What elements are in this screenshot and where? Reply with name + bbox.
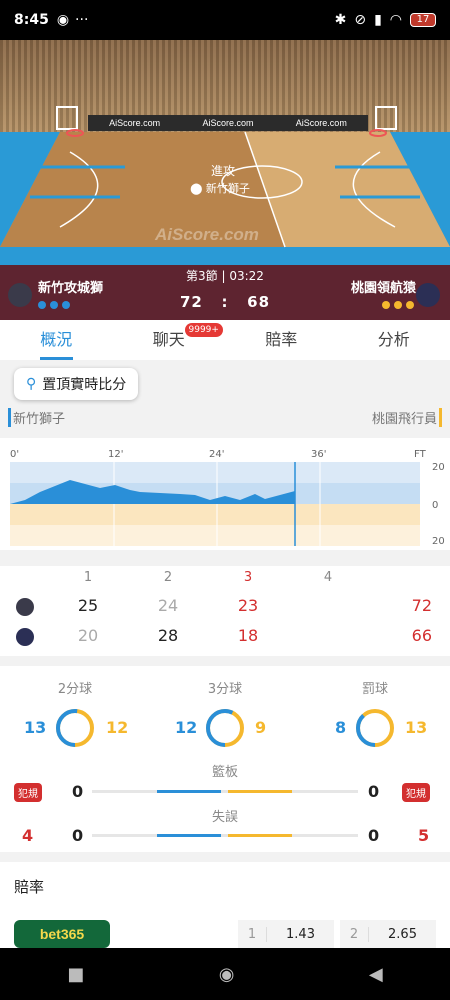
wifi-icon: ◠ [389, 12, 402, 28]
quarter-headers: 1 2 3 4 [83, 570, 333, 585]
bet365-logo[interactable]: bet365 [14, 920, 110, 948]
left-hoop-icon [56, 106, 84, 137]
tab-bar: 概況 聊天 9999+ 賠率 分析 [0, 320, 450, 360]
two-pt-donut [56, 709, 94, 747]
x-label: 24' [209, 449, 224, 460]
odds-home[interactable]: 1 1.43 [238, 920, 334, 948]
momentum-home-team: 新竹獅子 [8, 408, 65, 427]
bluetooth-icon: ✱ [334, 12, 347, 28]
watermark: AiScore.com [155, 225, 259, 244]
rebounds-away-bar [228, 790, 292, 793]
momentum-teams: 新竹獅子 桃園飛行員 [0, 408, 450, 428]
turnovers-away-bar [228, 834, 292, 837]
ft-label: 罰球 [361, 682, 388, 697]
odds-section: 賠率 bet365 1 1.43 2 2.65 [0, 862, 450, 948]
possession-team: ⬤ 新竹獅子 [190, 182, 250, 195]
odds-away[interactable]: 2 2.65 [340, 920, 436, 948]
pin-icon: ⚲ [26, 376, 37, 392]
fouls-badge-home: 犯規 [14, 783, 42, 802]
fouls-home: 4 [22, 826, 34, 845]
turnovers-home-bar [157, 834, 221, 837]
odds-title: 賠率 [14, 878, 45, 896]
three-pt-away: 9 [255, 718, 267, 737]
three-pt-donut [206, 709, 244, 747]
battery-icon: 17 [410, 13, 436, 27]
x-label: FT [414, 449, 427, 460]
live-court-animation: AiScore.com AiScore.com AiScore.com 進攻 ⬤… [0, 40, 450, 265]
right-hoop-icon [369, 106, 397, 137]
tab-odds[interactable]: 賠率 [225, 320, 338, 360]
rebounds-away: 0 [368, 782, 380, 801]
more-notifications-icon: ··· [75, 12, 89, 28]
court-floor [0, 132, 450, 265]
momentum-svg: 0' 12' 24' 36' FT 20 0 20 [10, 449, 445, 547]
y-label: 0 [432, 500, 438, 511]
away-team-name: 桃園領航猿 [350, 281, 416, 296]
rebounds-home: 0 [72, 782, 84, 801]
chat-badge: 9999+ [184, 323, 223, 337]
x-label: 36' [311, 449, 326, 460]
two-pt-home: 13 [24, 718, 47, 737]
status-bar: 8:45 ◉ ··· ✱ ⊘ ▮ ◠ 17 [0, 0, 450, 40]
home-icon[interactable]: ◉ [219, 964, 235, 985]
away-quarter-row: 20 28 18 66 [77, 626, 432, 645]
fouls-badge-away: 犯規 [402, 783, 430, 802]
three-pt-home: 12 [175, 718, 198, 737]
y-label: 20 [432, 462, 445, 473]
ft-donut [356, 709, 394, 747]
status-time: 8:45 [14, 12, 49, 28]
team-logo-icon: ⬤ [190, 182, 206, 195]
ft-away: 13 [405, 718, 428, 737]
ad-board: AiScore.com AiScore.com AiScore.com [88, 115, 368, 131]
y-label: 20 [432, 536, 445, 547]
pin-live-score-button[interactable]: ⚲ 置頂實時比分 [14, 368, 139, 400]
fouls-away: 5 [418, 826, 430, 845]
signal-icon: ▮ [374, 12, 382, 28]
team-stats: 2分球 13 12 3分球 12 9 罰球 8 13 籃板 犯規 0 0 犯規 … [0, 666, 450, 852]
tab-chat[interactable]: 聊天 9999+ [113, 320, 226, 360]
ft-home: 8 [335, 718, 347, 737]
system-nav-bar: ■ ◉ ◀ [0, 948, 450, 1000]
rebounds-home-bar [157, 790, 221, 793]
home-quarter-row: 25 24 23 72 [77, 596, 432, 615]
mute-icon: ⊘ [354, 12, 367, 28]
momentum-away-team: 桃園飛行員 [372, 408, 442, 427]
messenger-icon: ◉ [56, 12, 70, 28]
scoreboard: 新竹攻城獅 第3節 | 03:22 72 : 68 桃園領航猿 [0, 265, 450, 320]
two-pt-label: 2分球 [57, 682, 93, 697]
possession-label: 進攻 [210, 164, 235, 178]
x-label: 12' [108, 449, 123, 460]
momentum-chart: 0' 12' 24' 36' FT 20 0 20 [0, 438, 450, 550]
x-label: 0' [10, 449, 19, 460]
turnovers-away: 0 [368, 826, 380, 845]
turnovers-home: 0 [72, 826, 84, 845]
tab-analysis[interactable]: 分析 [338, 320, 450, 360]
away-timeouts [382, 301, 414, 309]
court-lines [0, 132, 450, 248]
two-pt-away: 12 [106, 718, 129, 737]
away-team-logo [416, 283, 440, 307]
home-team-logo [16, 598, 34, 616]
back-icon[interactable]: ◀ [369, 964, 383, 985]
turnovers-label: 失誤 [211, 810, 238, 825]
three-pt-label: 3分球 [207, 682, 243, 697]
recents-icon[interactable]: ■ [67, 964, 84, 985]
quarter-score-table: 1 2 3 4 25 24 23 72 20 28 18 66 [0, 566, 450, 656]
away-team-logo [16, 628, 34, 646]
rebounds-label: 籃板 [211, 765, 238, 780]
tab-overview[interactable]: 概況 [0, 320, 113, 360]
